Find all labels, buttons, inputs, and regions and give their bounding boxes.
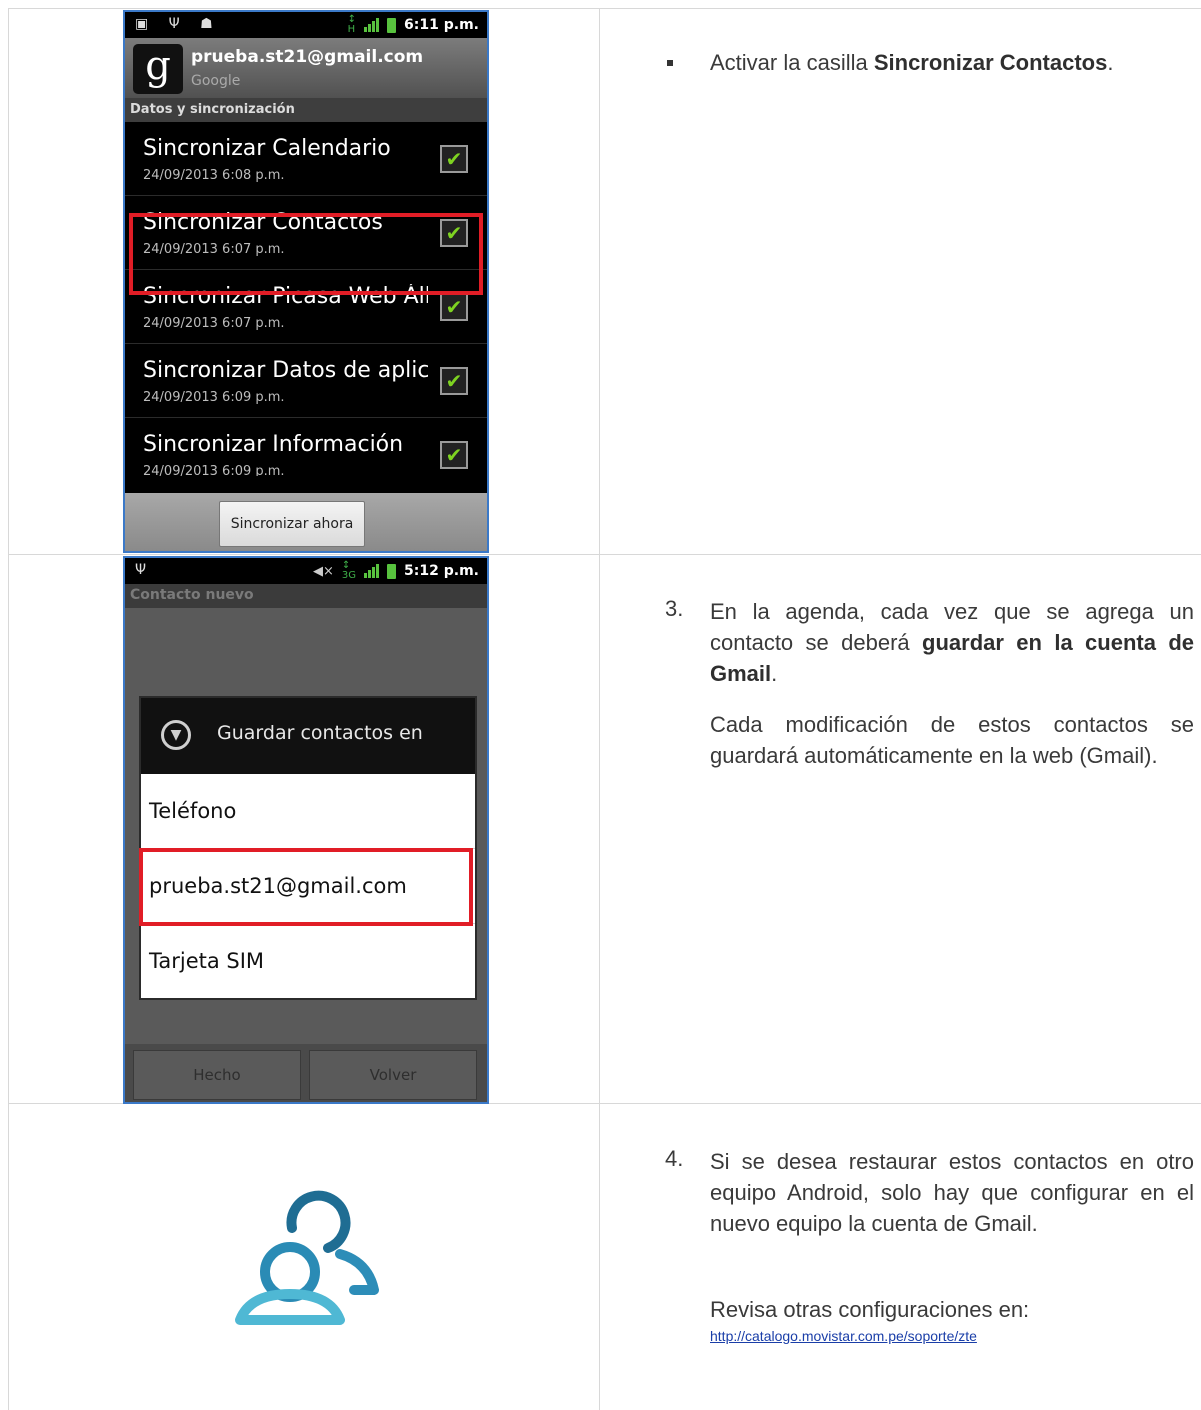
sync-item-date: 24/09/2013 6:08 p.m. (143, 168, 285, 183)
sync-item-date: 24/09/2013 6:09 p.m. (143, 390, 285, 405)
step-3-text-end: . (771, 661, 778, 686)
status-bar: ▣ Ψ ☗ ↕ H 6:11 p.m. (125, 12, 487, 38)
status-time: 6:11 p.m. (404, 17, 479, 33)
battery-icon (387, 17, 397, 33)
support-link-text[interactable]: http://catalogo.movistar.com.pe/soporte/… (710, 1328, 977, 1344)
status-time: 5:12 p.m. (404, 563, 479, 579)
step-3-text: En la agenda, cada vez que se agrega un … (710, 596, 1194, 689)
battery-icon (387, 563, 397, 579)
table-border-left (8, 8, 9, 1410)
checkbox-checked-icon[interactable]: ✔ (440, 367, 468, 395)
notification-icons: ▣ Ψ ☗ (135, 16, 221, 32)
sync-item-app-data[interactable]: Sincronizar Datos de aplicaciones 24/09/… (125, 344, 487, 418)
support-link[interactable]: http://catalogo.movistar.com.pe/soporte/… (710, 1328, 977, 1346)
sync-item-date: 24/09/2013 6:07 p.m. (143, 316, 285, 331)
account-header: g prueba.st21@gmail.com Google (125, 38, 487, 98)
chevron-down-icon: ▼ (161, 720, 191, 750)
sync-item-title: Sincronizar Datos de aplicaciones (143, 358, 428, 383)
new-contact-screenshot: Ψ ◀× ↕ 3G 5:12 p.m. Contacto nuevo ▼ Guar… (123, 556, 489, 1104)
dialog-header: ▼ Guardar contactos en (141, 698, 475, 774)
screen-title: Contacto nuevo (125, 584, 487, 608)
google-logo-icon: g (133, 44, 183, 94)
step-bold-text: Sincronizar Contactos (873, 50, 1108, 75)
status-bar: Ψ ◀× ↕ 3G 5:12 p.m. (125, 558, 487, 584)
bottom-button-bar: Hecho Volver (125, 1044, 487, 1102)
checkbox-checked-icon[interactable]: ✔ (440, 441, 468, 469)
contacts-highlight-box (129, 213, 483, 295)
step-activate-contacts: Activar la casilla Sincronizar Contactos… (710, 47, 1190, 78)
section-header: Datos y sincronización (125, 98, 487, 122)
signal-icon (364, 564, 380, 578)
account-email: prueba.st21@gmail.com (191, 47, 424, 67)
checkbox-checked-icon[interactable]: ✔ (440, 293, 468, 321)
sync-item-date: 24/09/2013 6:09 p.m. (143, 464, 285, 476)
contacts-back-person-icon (286, 1190, 379, 1295)
done-button[interactable]: Hecho (133, 1050, 301, 1100)
sync-now-button[interactable]: Sincronizar ahora (219, 501, 365, 547)
dialog-title: Guardar contactos en (217, 722, 423, 744)
step-text-end: . (1107, 50, 1114, 75)
table-column-divider (599, 8, 600, 1410)
more-config-label: Revisa otras configuraciones en: (710, 1297, 1030, 1322)
signal-icon (364, 18, 380, 32)
table-border-top (8, 8, 1201, 9)
gmail-option-highlight-box (139, 848, 473, 926)
step-3-note: Cada modificación de estos contactos se … (710, 712, 1194, 768)
sync-settings-screenshot: ▣ Ψ ☗ ↕ H 6:11 p.m. g prueba.st21@gmail.c… (123, 10, 489, 553)
table-row-divider (8, 554, 1201, 555)
step-4-number: 4. (665, 1146, 684, 1171)
step-4-text: Si se desea restaurar estos contactos en… (710, 1149, 1194, 1236)
step-3-number: 3. (665, 596, 684, 621)
bullet-marker (667, 60, 673, 66)
checkbox-checked-icon[interactable]: ✔ (440, 145, 468, 173)
usb-icon: Ψ (135, 562, 155, 578)
network-type-icon: ↕ 3G (341, 560, 357, 581)
step-text: Activar la casilla (710, 50, 874, 75)
option-phone[interactable]: Teléfono (141, 774, 475, 848)
sync-item-calendar[interactable]: Sincronizar Calendario 24/09/2013 6:08 p… (125, 122, 487, 196)
mute-icon: ◀× (313, 563, 334, 579)
back-button[interactable]: Volver (309, 1050, 477, 1100)
sync-item-title: Sincronizar Calendario (143, 136, 391, 161)
button-bar: Sincronizar ahora (125, 493, 487, 551)
option-sim-card[interactable]: Tarjeta SIM (141, 923, 475, 998)
contacts-front-person-icon (235, 1242, 345, 1325)
network-type-icon: ↕ H (347, 14, 357, 35)
contacts-icon (235, 1190, 379, 1325)
sync-item-title: Sincronizar Información (143, 432, 404, 457)
sync-item-information[interactable]: Sincronizar Información 24/09/2013 6:09 … (125, 418, 487, 476)
account-type: Google (191, 73, 241, 89)
